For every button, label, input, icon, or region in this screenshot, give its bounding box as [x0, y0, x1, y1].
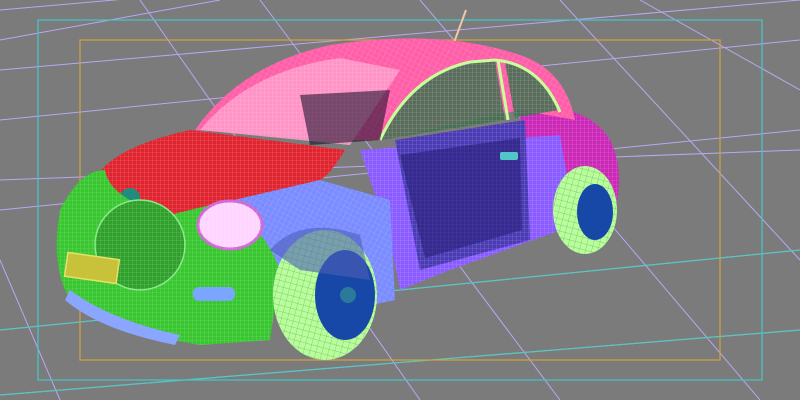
grid-line — [0, 259, 61, 400]
hub — [340, 287, 356, 303]
car-model[interactable] — [56, 9, 619, 360]
interior — [300, 90, 390, 145]
rear-wheel[interactable] — [553, 166, 617, 254]
3d-viewport[interactable] — [0, 0, 800, 400]
fog-light — [193, 287, 235, 301]
grid-axis-line — [0, 329, 800, 396]
rear-rim — [577, 184, 613, 240]
viewport-canvas[interactable] — [0, 0, 800, 400]
door-handle[interactable] — [500, 152, 518, 160]
grid-line — [0, 0, 121, 11]
